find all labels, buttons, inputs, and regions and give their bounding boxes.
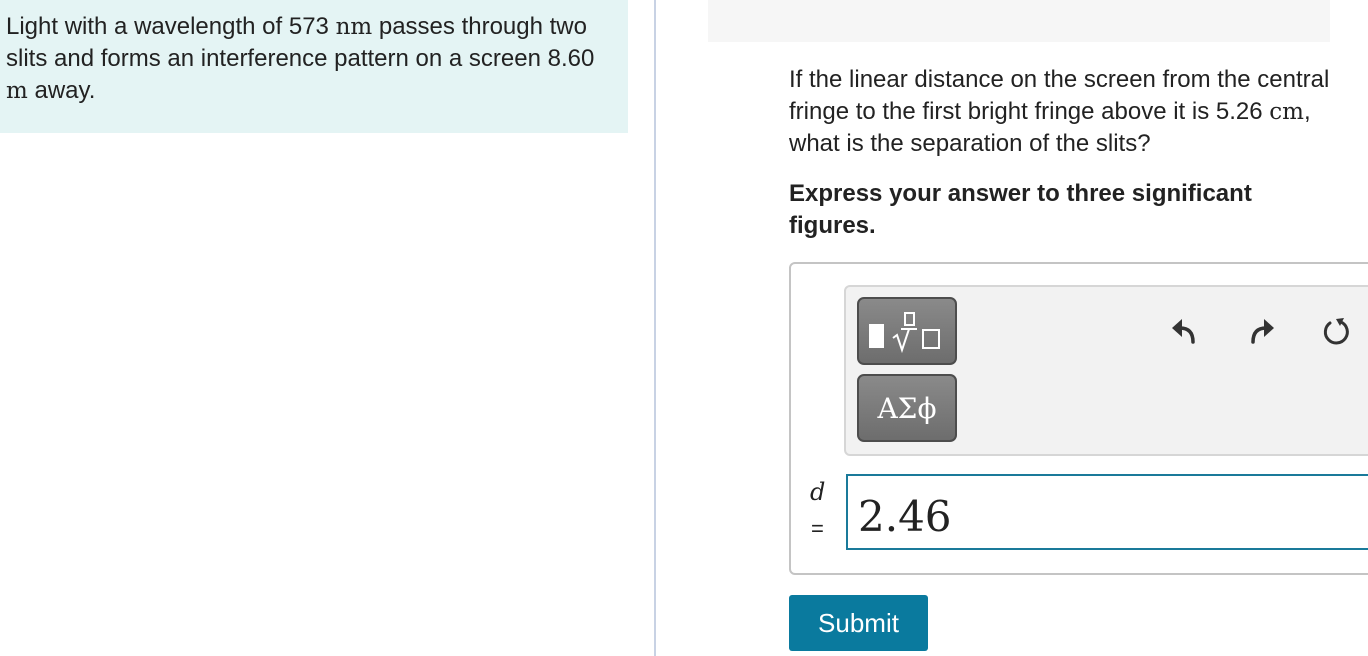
problem-intro-text: Light with a wavelength of 573 nm passes… [6, 11, 616, 107]
intro-text-1: Light with a wavelength of 573 [6, 13, 336, 40]
undo-arrow-icon [1172, 319, 1195, 344]
greek-symbols-label: ΑΣϕ [877, 391, 937, 425]
variable-label: d [810, 478, 826, 506]
redo-button[interactable] [1242, 311, 1282, 351]
question-unit-cm: cm [1269, 99, 1304, 125]
submit-button[interactable]: Submit [789, 595, 928, 651]
part-header-strip [708, 0, 1330, 42]
fraction-sqrt-templates-icon [869, 312, 940, 354]
intro-text-3: away. [27, 77, 96, 104]
question-text: If the linear distance on the screen fro… [789, 64, 1349, 160]
undo-button[interactable] [1164, 311, 1204, 351]
intro-unit-m: m [6, 78, 28, 104]
column-divider [654, 0, 656, 656]
answer-instruction: Express your answer to three significant… [789, 180, 1252, 239]
equals-sign: = [811, 516, 824, 541]
problem-intro-panel: Light with a wavelength of 573 nm passes… [0, 0, 628, 133]
greek-symbols-button[interactable]: ΑΣϕ [857, 374, 957, 442]
templates-button[interactable] [857, 297, 957, 365]
question-text-1: If the linear distance on the screen fro… [789, 66, 1330, 125]
reset-button[interactable] [1316, 311, 1356, 351]
reset-circular-arrow-icon [1323, 318, 1349, 345]
redo-arrow-icon [1251, 319, 1274, 344]
answer-input[interactable] [846, 474, 1368, 550]
intro-unit-nm: nm [335, 14, 373, 40]
